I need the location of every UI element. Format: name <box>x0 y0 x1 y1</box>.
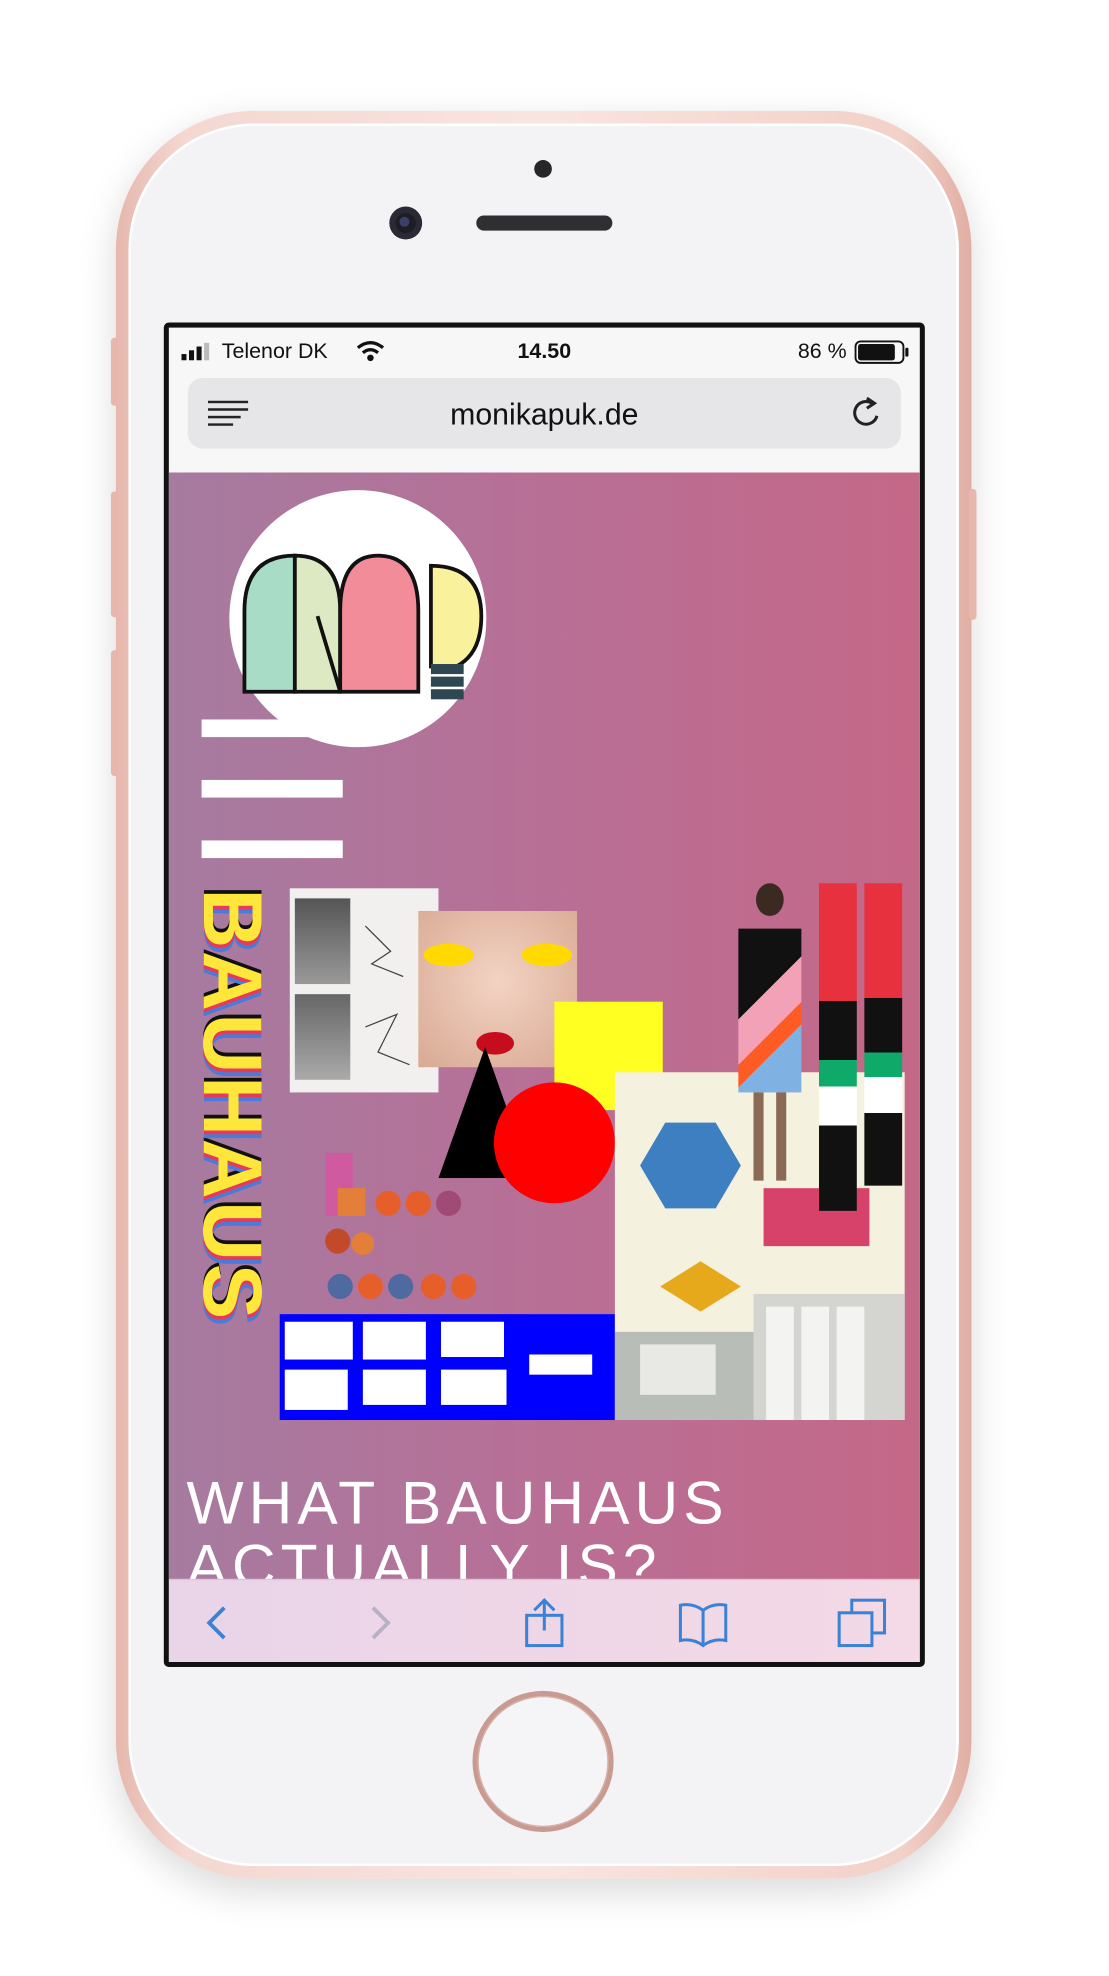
status-bar: Telenor DK 14.50 86 % <box>169 328 920 376</box>
site-logo[interactable] <box>229 490 487 748</box>
model-dress-image <box>728 883 811 1198</box>
share-icon[interactable] <box>519 1598 569 1648</box>
phone-screen: Telenor DK 14.50 86 % monikapuk.de BAUHA… <box>163 322 925 1667</box>
bauhaus-chairs-panel <box>279 1314 615 1421</box>
volume-up-button <box>110 491 119 618</box>
mute-switch <box>110 337 119 406</box>
tabs-icon[interactable] <box>837 1598 887 1648</box>
dancer-collage-image <box>289 888 439 1093</box>
red-tights-image <box>814 883 907 1211</box>
site-menu-button[interactable] <box>201 719 343 860</box>
geometric-letters-image <box>325 1152 477 1300</box>
back-chevron-icon[interactable] <box>194 1598 244 1648</box>
battery-percentage: 86 % <box>797 338 847 363</box>
book-icon[interactable] <box>678 1598 728 1648</box>
front-camera-icon <box>389 206 423 240</box>
red-circle-shape <box>493 1082 615 1204</box>
safari-viewport: Telenor DK 14.50 86 % monikapuk.de BAUHA… <box>168 327 920 1662</box>
earpiece-speaker <box>476 215 613 231</box>
device-mockup: Telenor DK 14.50 86 % monikapuk.de BAUHA… <box>0 0 1109 1976</box>
home-button[interactable] <box>477 1695 609 1827</box>
volume-down-button <box>110 650 119 777</box>
reload-icon[interactable] <box>849 396 884 431</box>
model-face-image <box>418 910 578 1068</box>
battery-icon <box>854 340 909 364</box>
safari-toolbar <box>168 1578 920 1662</box>
address-bar[interactable]: monikapuk.de <box>187 378 901 449</box>
page-headline: WHAT BAUHAUS ACTUALLY IS? <box>186 1470 729 1582</box>
forward-chevron-icon[interactable] <box>353 1598 403 1648</box>
proximity-sensor <box>534 160 552 178</box>
website-content: BAUHAUS WHAT BAUHAUS ACTUALLY IS? <box>168 472 920 1582</box>
bauhaus-vertical-word: BAUHAUS <box>189 888 278 1322</box>
url-text[interactable]: monikapuk.de <box>188 398 901 433</box>
power-button <box>968 488 977 620</box>
mp-logo-icon <box>242 553 484 700</box>
